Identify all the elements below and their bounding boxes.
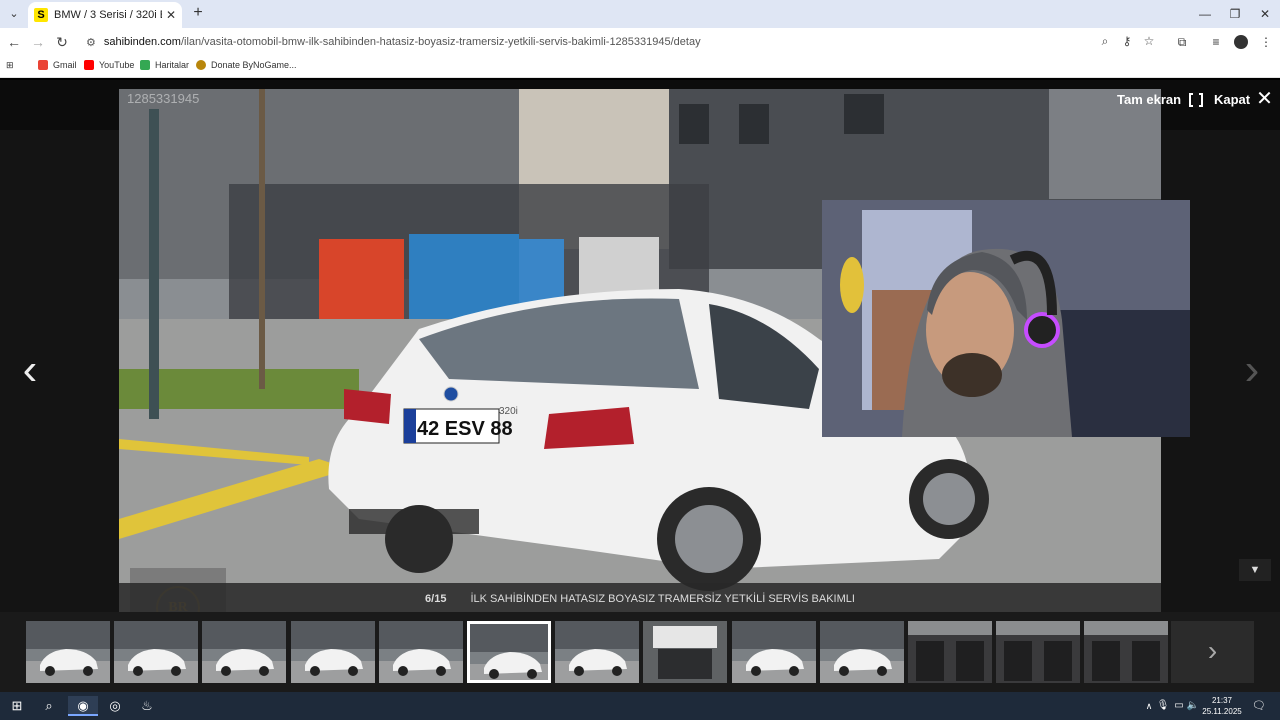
- thumbnail-4[interactable]: [290, 621, 375, 683]
- image-gallery-viewer: 42 ESV 88 320i 1285331945 Tam ekran Kapa…: [0, 80, 1280, 692]
- minimize-button[interactable]: —: [1190, 4, 1220, 24]
- bookmark-label: Gmail: [53, 60, 77, 70]
- address-bar[interactable]: ⚙ sahibinden.com /ilan/vasita-otomobil-b…: [76, 31, 1166, 53]
- chrome-taskbar-icon[interactable]: ◉: [68, 696, 98, 716]
- bookmark-label: Haritalar: [155, 60, 190, 70]
- search-icon[interactable]: ⌕: [38, 696, 60, 716]
- bookmark-label: YouTube: [99, 60, 135, 70]
- thumbnail-5[interactable]: [378, 621, 463, 683]
- bookmarks-bar: ⊞ Gmail YouTube Haritalar Donate ByNoGam…: [0, 56, 1280, 78]
- thumbnail-12[interactable]: [996, 621, 1081, 683]
- bookmark-youtube[interactable]: YouTube: [84, 60, 134, 70]
- webcam-image: [822, 200, 1190, 437]
- obs-taskbar-icon[interactable]: ◎: [104, 696, 126, 716]
- apps-grid-icon[interactable]: ⊞: [6, 60, 14, 71]
- menu-icon[interactable]: ⋮: [1256, 32, 1276, 52]
- model-badge-text: 320i: [499, 406, 518, 417]
- close-viewer-button[interactable]: Kapat ✕: [1214, 88, 1273, 110]
- site-favicon-icon: S: [34, 8, 48, 22]
- thumbnail-9[interactable]: [731, 621, 816, 683]
- ad-id-label: 1285331945: [127, 91, 200, 106]
- thumbnail-6[interactable]: [467, 621, 551, 683]
- browser-tab[interactable]: S BMW / 3 Serisi / 320i ED / 40th ✕: [28, 2, 182, 28]
- gmail-icon: [38, 60, 48, 70]
- bookmark-donate[interactable]: Donate ByNoGame...: [196, 60, 297, 70]
- steam-taskbar-icon[interactable]: ♨: [136, 696, 158, 716]
- thumbnail-11[interactable]: [908, 621, 992, 683]
- clock-time: 21:37: [1211, 696, 1233, 705]
- restore-button[interactable]: ❐: [1220, 4, 1250, 24]
- window-close-button[interactable]: ✕: [1250, 4, 1280, 24]
- webcam-overlay: [822, 200, 1190, 437]
- site-info-icon[interactable]: ⚙: [86, 36, 96, 49]
- forward-button[interactable]: →: [28, 32, 48, 52]
- taskbar-clock[interactable]: 21:37 25.11.2025: [1202, 695, 1242, 717]
- photo-counter: 6/15: [425, 593, 447, 605]
- tab-search-icon[interactable]: ⌄: [4, 4, 24, 24]
- youtube-icon: [84, 60, 94, 70]
- caption-bar: 6/15 İLK SAHİBİNDEN HATASIZ BOYASIZ TRAM…: [119, 583, 1161, 615]
- thumbnails-next-icon[interactable]: ›: [1171, 621, 1254, 683]
- bynogame-icon: [196, 60, 206, 70]
- tab-bar: ⌄ S BMW / 3 Serisi / 320i ED / 40th ✕ + …: [0, 0, 1280, 28]
- collapse-thumbnails-icon[interactable]: ▼: [1239, 559, 1271, 581]
- password-key-icon[interactable]: ⚷: [1118, 32, 1136, 50]
- maps-icon: [140, 60, 150, 70]
- bookmark-label: Donate ByNoGame...: [211, 60, 297, 70]
- thumbnail-10[interactable]: [819, 621, 904, 683]
- extensions-icon[interactable]: ⧉: [1172, 32, 1192, 52]
- thumbnail-13[interactable]: [1084, 621, 1169, 683]
- back-button[interactable]: ←: [4, 32, 24, 52]
- bookmark-haritalar[interactable]: Haritalar: [140, 60, 189, 70]
- url-host: sahibinden.com: [103, 36, 181, 48]
- bookmark-gmail[interactable]: Gmail: [38, 60, 77, 70]
- fullscreen-label: Tam ekran: [1117, 92, 1182, 107]
- browser-toolbar: ← → ↻ ⚙ sahibinden.com /ilan/vasita-otom…: [0, 28, 1280, 56]
- next-photo-arrow-icon[interactable]: ›: [1232, 345, 1272, 395]
- thumbnail-strip: ›: [0, 612, 1280, 692]
- reading-list-icon[interactable]: ≡: [1206, 32, 1226, 52]
- new-tab-button[interactable]: +: [188, 4, 208, 24]
- volume-icon[interactable]: 🔈: [1182, 696, 1204, 716]
- thumbnail-8[interactable]: [643, 621, 728, 683]
- tab-close-icon[interactable]: ✕: [166, 8, 176, 22]
- fullscreen-button[interactable]: Tam ekran: [1117, 91, 1204, 108]
- thumbnail-7[interactable]: [555, 621, 640, 683]
- notifications-icon[interactable]: 🗨: [1248, 696, 1270, 716]
- license-plate-text: 42 ESV 88: [417, 418, 513, 440]
- photo-caption: İLK SAHİBİNDEN HATASIZ BOYASIZ TRAMERSİZ…: [470, 593, 855, 605]
- profile-avatar[interactable]: [1234, 35, 1248, 49]
- close-icon: ✕: [1256, 88, 1273, 110]
- thumbnail-3[interactable]: [202, 621, 287, 683]
- bookmark-star-icon[interactable]: ☆: [1140, 32, 1158, 50]
- thumbnail-2[interactable]: [114, 621, 199, 683]
- tab-title: BMW / 3 Serisi / 320i ED / 40th: [54, 9, 162, 21]
- fullscreen-icon: [1189, 91, 1204, 108]
- windows-taskbar: ⊞ ⌕ ◉ ◎ ♨ ∧ 🎙 ▭ 🔈 21:37 25.11.2025 🗨: [0, 692, 1280, 720]
- zoom-icon[interactable]: ⌕: [1096, 32, 1114, 50]
- close-label: Kapat: [1214, 92, 1251, 107]
- thumbnail-1[interactable]: [26, 621, 110, 683]
- clock-date: 25.11.2025: [1202, 707, 1242, 716]
- windows-start-icon[interactable]: ⊞: [6, 696, 28, 716]
- reload-button[interactable]: ↻: [52, 32, 72, 52]
- url-path: /ilan/vasita-otomobil-bmw-ilk-sahibinden…: [180, 36, 701, 48]
- prev-photo-arrow-icon[interactable]: ‹: [10, 345, 50, 395]
